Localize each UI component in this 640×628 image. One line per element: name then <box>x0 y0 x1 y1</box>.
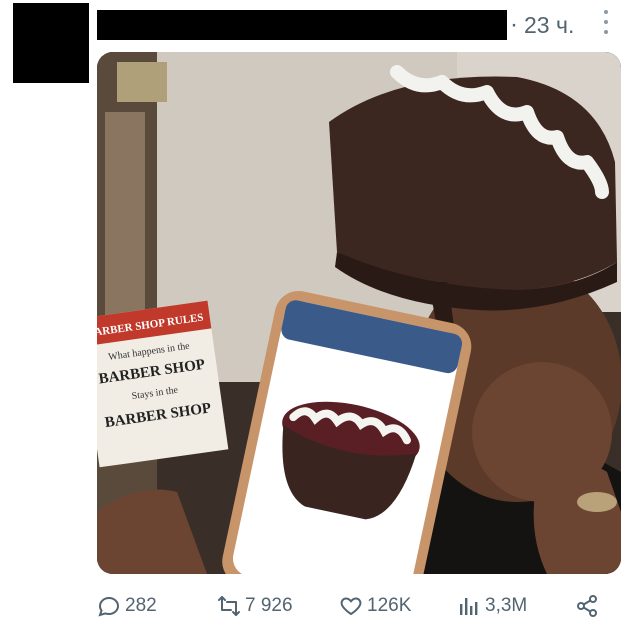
share-icon <box>577 595 597 617</box>
repost-button[interactable]: 7 926 <box>217 590 293 622</box>
reply-icon <box>98 596 120 617</box>
avatar[interactable] <box>13 3 89 83</box>
like-button[interactable]: 126K <box>339 590 411 622</box>
reply-button[interactable]: 282 <box>97 590 157 622</box>
more-options-icon[interactable] <box>596 10 616 34</box>
post-image[interactable]: BARBER SHOP RULES What happens in the BA… <box>97 52 621 574</box>
author-name-redacted[interactable] <box>97 10 507 40</box>
repost-icon <box>218 596 240 616</box>
views-button[interactable]: 3,3M <box>457 590 527 622</box>
repost-count: 7 926 <box>245 595 293 616</box>
like-count: 126K <box>367 595 412 616</box>
views-chart-icon <box>460 598 478 615</box>
reply-count: 282 <box>125 595 157 616</box>
separator-dot: · <box>510 11 518 38</box>
post-actions: 282 7 926 126K 3,3M <box>97 590 607 622</box>
share-button[interactable] <box>575 590 599 622</box>
post-timestamp[interactable]: 23 ч. <box>524 9 574 41</box>
heart-icon <box>340 597 362 616</box>
views-count: 3,3M <box>485 595 528 616</box>
